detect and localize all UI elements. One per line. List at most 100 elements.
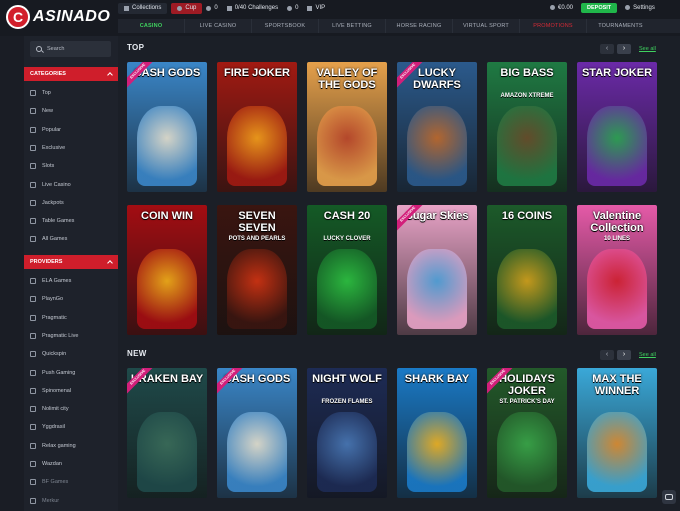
nav-live-betting[interactable]: LIVE BETTING (319, 19, 386, 33)
game-tile[interactable]: VALLEY OF THE GODS (307, 62, 387, 192)
nav-tournaments[interactable]: TOURNAMENTS (587, 19, 654, 33)
game-tile[interactable]: CASH 20 LUCKY CLOVER (307, 205, 387, 335)
game-tile[interactable]: KRAKEN BAY EXCLUSIVE (127, 368, 207, 498)
game-tile[interactable]: BIG BASS AMAZON XTREME (487, 62, 567, 192)
sidebar-provider-push-gaming[interactable]: Push Gaming (30, 367, 116, 379)
challenges-stat[interactable]: 0/40 Challenges (226, 5, 278, 11)
game-artwork (227, 106, 287, 186)
next-arrow-icon[interactable]: › (617, 43, 631, 54)
category-icon (30, 163, 36, 170)
categories-header[interactable]: CATEGORIES (24, 67, 118, 81)
game-title: MAX THE WINNER (592, 373, 642, 397)
game-tile[interactable]: STAR JOKER (577, 62, 657, 192)
game-tile[interactable]: MAX THE WINNER (577, 368, 657, 498)
sidebar-provider-wazdan[interactable]: Wazdan (30, 458, 116, 470)
prev-arrow-icon[interactable]: ‹ (600, 43, 614, 54)
nav-promotions[interactable]: PROMOTIONS (520, 19, 587, 33)
sidebar-provider-bf-games[interactable]: BF Games (30, 476, 116, 488)
search-input[interactable]: Search (30, 41, 111, 57)
sidebar-provider-relax-gaming[interactable]: Relax gaming (30, 440, 116, 452)
category-icon (30, 218, 36, 225)
category-icon (30, 199, 36, 206)
sidebar-provider-playngo[interactable]: PlaynGo (30, 293, 116, 305)
settings-label: Settings (633, 4, 655, 11)
collections-button[interactable]: Collections (118, 2, 168, 14)
game-tile[interactable]: NIGHT WOLF FROZEN FLAMES (307, 368, 387, 498)
category-icon (30, 236, 36, 243)
sidebar-provider-quickspin[interactable]: Quickspin (30, 348, 116, 360)
see-all-top-link[interactable]: See all (639, 46, 656, 52)
sidebar-provider-merkur[interactable]: Merkur (30, 495, 116, 507)
category-icon (30, 314, 36, 321)
sidebar-provider-spinomenal[interactable]: Spinomenal (30, 385, 116, 397)
game-title: CASH 20 (323, 210, 371, 222)
game-tile[interactable]: SEVEN SEVEN POTS AND PEARLS (217, 205, 297, 335)
sidebar-category-live-casino[interactable]: Live Casino (30, 179, 116, 191)
sidebar-category-all-games[interactable]: All Games (30, 233, 116, 245)
nav-sportsbook[interactable]: SPORTSBOOK (252, 19, 319, 33)
top-pager: ‹ › See all (600, 43, 656, 54)
game-tile[interactable]: SHARK BAY (397, 368, 477, 498)
sidebar-category-label: Jackpots (42, 199, 64, 206)
game-tile[interactable]: FIRE JOKER (217, 62, 297, 192)
nav-horse-racing[interactable]: HORSE RACING (386, 19, 453, 33)
gear-icon (625, 5, 631, 10)
sidebar-provider-label: Pragmatic Live (42, 332, 79, 339)
chat-button[interactable] (662, 490, 676, 504)
sidebar-category-exclusive[interactable]: Exclusive (30, 142, 116, 154)
next-arrow-icon[interactable]: › (617, 349, 631, 360)
sidebar-category-jackpots[interactable]: Jackpots (30, 197, 116, 209)
game-tile[interactable]: COIN WIN (127, 205, 207, 335)
game-tile[interactable]: HOLIDAYS JOKER ST. PATRICK'S DAY EXCLUSIVE (487, 368, 567, 498)
sidebar-provider-label: Wazdan (42, 461, 62, 467)
sidebar-category-top[interactable]: Top (30, 87, 116, 99)
nav-virtual-sport[interactable]: VIRTUAL SPORT (453, 19, 520, 33)
game-artwork (497, 249, 557, 329)
game-title: STAR JOKER (581, 67, 653, 79)
cup-label: Cup (185, 5, 197, 11)
sidebar-provider-nolimit-city[interactable]: Nolimit city (30, 403, 116, 415)
sidebar-category-table-games[interactable]: Table Games (30, 215, 116, 227)
category-icon (30, 442, 36, 449)
section-title-top: TOP (127, 43, 145, 52)
top-bar: C ASINADO Collections Cup 0 0/40 Challen… (0, 0, 680, 36)
crown-icon (307, 5, 313, 11)
prev-arrow-icon[interactable]: ‹ (600, 349, 614, 360)
chat-icon (665, 494, 673, 500)
sidebar-category-label: Table Games (42, 218, 75, 225)
game-subtitle: FROZEN FLAMES (321, 399, 373, 405)
coins-stat[interactable]: 0 (206, 5, 218, 11)
points-stat[interactable]: 0 (287, 5, 298, 11)
game-title: VALLEY OF THE GODS (316, 67, 378, 91)
cup-button[interactable]: Cup (171, 2, 203, 14)
sidebar-provider-ela-games[interactable]: ELA Games (30, 275, 116, 287)
nav-casino[interactable]: CASINO (118, 19, 185, 33)
sidebar-provider-label: Quickspin (42, 351, 67, 358)
deposit-button[interactable]: DEPOSIT (581, 2, 618, 13)
nav-live-casino[interactable]: LIVE CASINO (185, 19, 252, 33)
game-subtitle: POTS AND PEARLS (228, 236, 286, 242)
casinado-logo[interactable]: C ASINADO (6, 4, 114, 30)
game-tile[interactable]: 16 COINS (487, 205, 567, 335)
game-tile[interactable]: Valentine Collection 10 LINES (577, 205, 657, 335)
game-tile[interactable]: CASH GODS EXCLUSIVE (217, 368, 297, 498)
game-tile[interactable]: LUCKY DWARFS EXCLUSIVE (397, 62, 477, 192)
sidebar-category-new[interactable]: New (30, 105, 116, 117)
sidebar-category-popular[interactable]: Popular (30, 124, 116, 136)
game-tile[interactable]: Sugar Skies EXCLUSIVE (397, 205, 477, 335)
game-subtitle: AMAZON XTREME (500, 93, 554, 99)
sidebar-provider-label: Pragmatic (42, 314, 67, 321)
game-tile[interactable]: CASH GODS EXCLUSIVE (127, 62, 207, 192)
sidebar-provider-yggdrasil[interactable]: Yggdrasil (30, 421, 116, 433)
game-title: BIG BASS (500, 67, 554, 79)
see-all-new-link[interactable]: See all (639, 352, 656, 358)
sidebar-category-slots[interactable]: Slots (30, 160, 116, 172)
vip-link[interactable]: VIP (307, 5, 325, 11)
providers-header[interactable]: PROVIDERS (24, 255, 118, 269)
settings-button[interactable]: Settings (625, 5, 655, 11)
game-title: COIN WIN (141, 210, 193, 222)
providers-title: PROVIDERS (30, 259, 63, 265)
balance[interactable]: €0.00 (558, 5, 573, 11)
sidebar-provider-pragmatic-live[interactable]: Pragmatic Live (30, 330, 116, 342)
sidebar-provider-pragmatic[interactable]: Pragmatic (30, 312, 116, 324)
